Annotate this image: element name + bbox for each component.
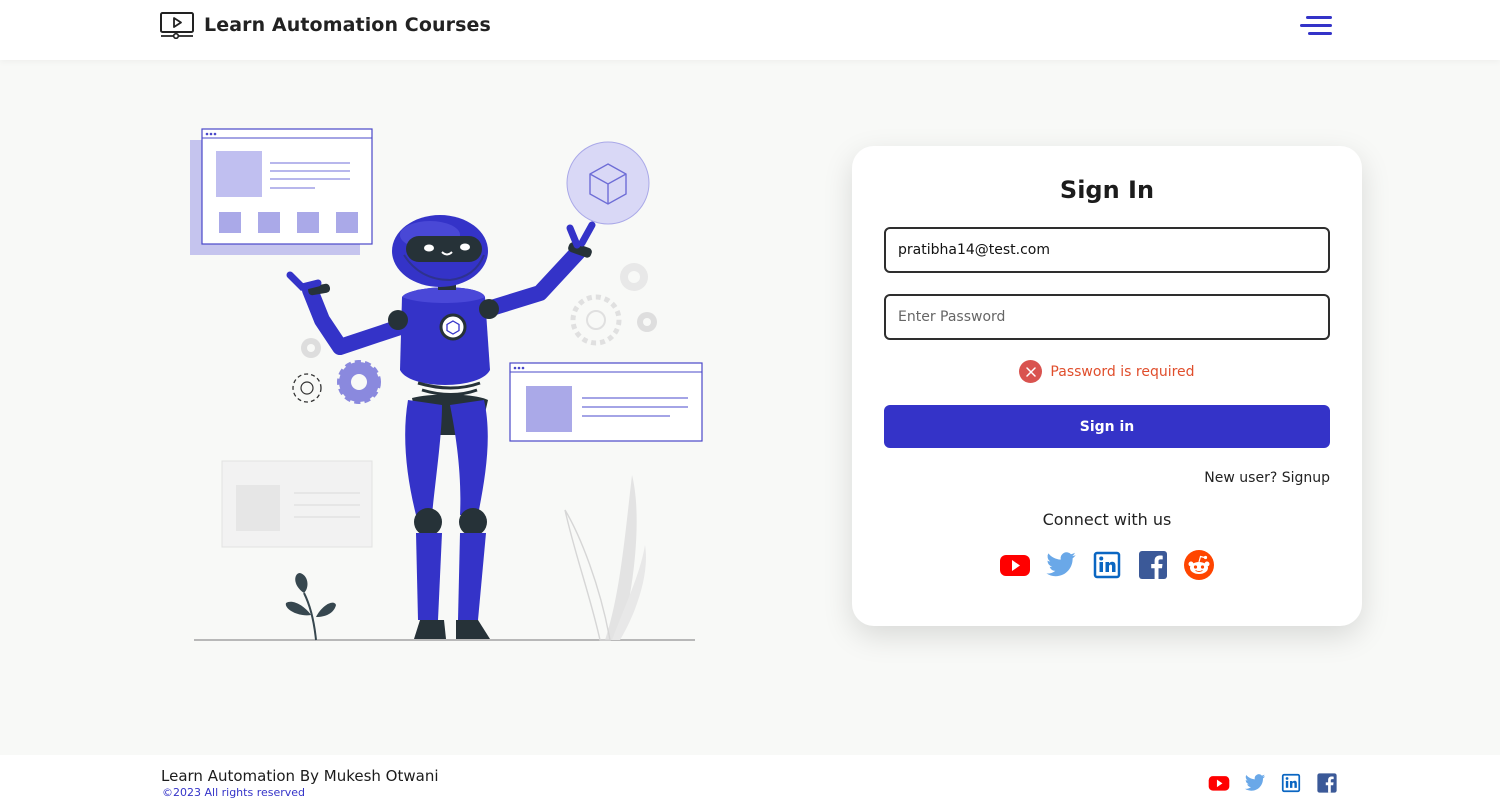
footer: Learn Automation By Mukesh Otwani ©2023 …: [0, 755, 1500, 810]
social-links: [852, 549, 1362, 581]
error-message: Password is required: [1050, 363, 1195, 380]
signin-title: Sign In: [1059, 176, 1155, 204]
twitter-icon[interactable]: [1045, 549, 1077, 581]
twitter-icon[interactable]: [1244, 772, 1266, 794]
video-player-icon: [160, 12, 194, 39]
youtube-icon[interactable]: [999, 549, 1031, 581]
footer-social-links: [1208, 772, 1338, 794]
footer-title: Learn Automation By Mukesh Otwani: [161, 767, 439, 785]
email-field[interactable]: [884, 227, 1330, 273]
brand-title: Learn Automation Courses: [204, 14, 491, 36]
linkedin-icon[interactable]: [1280, 772, 1302, 794]
facebook-icon[interactable]: [1137, 549, 1169, 581]
password-field[interactable]: [884, 294, 1330, 340]
hamburger-menu-icon[interactable]: [1298, 14, 1332, 38]
error-x-icon: [1019, 360, 1043, 383]
robot-illustration: [190, 128, 703, 641]
youtube-icon[interactable]: [1208, 772, 1230, 794]
linkedin-icon[interactable]: [1091, 549, 1123, 581]
reddit-icon[interactable]: [1183, 549, 1215, 581]
top-navbar: Learn Automation Courses: [0, 0, 1500, 60]
signup-link[interactable]: New user? Signup: [1204, 470, 1330, 486]
brand[interactable]: Learn Automation Courses: [160, 11, 491, 39]
password-error: Password is required: [852, 360, 1362, 383]
facebook-icon[interactable]: [1316, 772, 1338, 794]
footer-copyright: ©2023 All rights reserved: [162, 786, 306, 799]
connect-label: Connect with us: [1042, 510, 1172, 529]
signin-button[interactable]: Sign in: [884, 405, 1330, 448]
signin-card: Sign In Password is required Sign in New…: [852, 146, 1362, 626]
